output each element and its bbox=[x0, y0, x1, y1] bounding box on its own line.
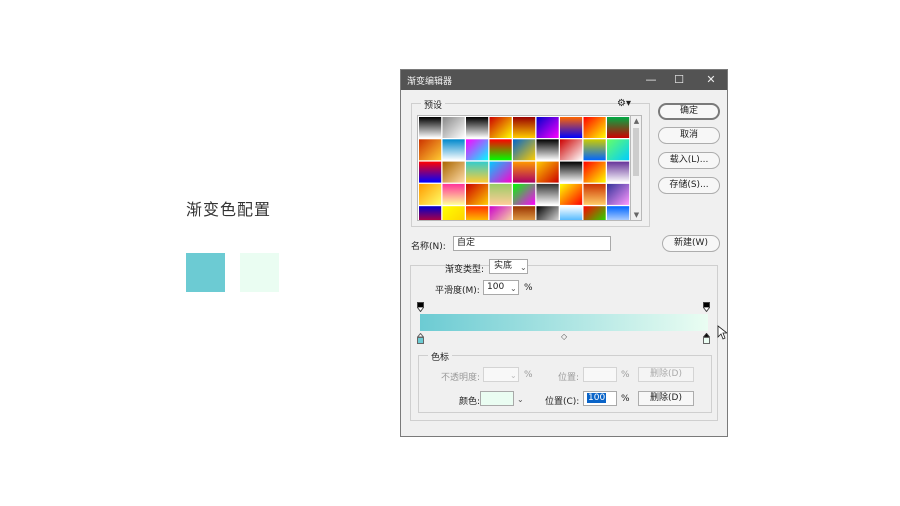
preset-swatch[interactable] bbox=[560, 206, 583, 221]
maximize-button[interactable]: ☐ bbox=[665, 70, 693, 90]
opacity-stop-right[interactable] bbox=[703, 302, 710, 312]
preset-swatches[interactable] bbox=[418, 116, 631, 221]
preset-swatch[interactable] bbox=[419, 161, 442, 183]
scroll-thumb[interactable] bbox=[633, 128, 639, 176]
preset-swatch[interactable] bbox=[419, 183, 442, 205]
smoothness-percent: % bbox=[524, 283, 533, 293]
name-label: 名称(N): bbox=[411, 242, 446, 252]
preset-swatch[interactable] bbox=[419, 117, 442, 138]
preset-swatch[interactable] bbox=[536, 117, 559, 138]
preset-swatch[interactable] bbox=[536, 183, 559, 205]
chevron-down-icon: ⌄ bbox=[510, 371, 517, 380]
start-color-swatch bbox=[186, 253, 225, 292]
opacity-delete-button: 删除(D) bbox=[638, 367, 694, 382]
location-percent: % bbox=[621, 394, 630, 404]
preset-swatch[interactable] bbox=[489, 183, 512, 205]
opacity-label: 不透明度: bbox=[441, 373, 481, 383]
preset-swatch[interactable] bbox=[489, 139, 512, 161]
preset-swatch[interactable] bbox=[560, 161, 583, 183]
preset-swatch-grid[interactable] bbox=[417, 115, 631, 221]
ok-button[interactable]: 确定 bbox=[658, 103, 720, 120]
name-input[interactable]: 自定 bbox=[453, 236, 611, 251]
preset-swatch[interactable] bbox=[466, 206, 489, 221]
preset-swatch[interactable] bbox=[513, 183, 536, 205]
chevron-down-icon[interactable]: ⌄ bbox=[517, 395, 524, 404]
preset-swatch[interactable] bbox=[513, 161, 536, 183]
preset-swatch[interactable] bbox=[442, 139, 465, 161]
slide-title: 渐变色配置 bbox=[186, 200, 272, 219]
opacity-location-label: 位置: bbox=[558, 373, 580, 383]
preset-swatch[interactable] bbox=[442, 183, 465, 205]
delete-button[interactable]: 删除(D) bbox=[638, 391, 694, 406]
preset-swatch[interactable] bbox=[442, 206, 465, 221]
preset-swatch[interactable] bbox=[489, 117, 512, 138]
preset-swatch[interactable] bbox=[583, 183, 606, 205]
preset-swatch[interactable] bbox=[583, 161, 606, 183]
stop-color-picker[interactable] bbox=[480, 391, 514, 406]
presets-label: 预设 bbox=[421, 98, 446, 111]
location-label: 位置(C): bbox=[545, 397, 580, 407]
stops-group-label: 色标 bbox=[428, 350, 453, 363]
title-bar: 渐变编辑器 — ☐ ✕ bbox=[401, 70, 727, 90]
dialog-title: 渐变编辑器 bbox=[407, 77, 453, 87]
gear-icon[interactable]: ⚙▾ bbox=[617, 98, 631, 109]
preset-swatch[interactable] bbox=[607, 183, 630, 205]
gradient-type-value: 实底 bbox=[494, 261, 513, 271]
preset-swatch[interactable] bbox=[489, 161, 512, 183]
smoothness-label: 平滑度(M): bbox=[435, 286, 480, 296]
location-input[interactable]: 100 bbox=[583, 391, 617, 406]
preset-swatch[interactable] bbox=[536, 206, 559, 221]
new-button[interactable]: 新建(W) bbox=[662, 235, 720, 252]
preset-swatch[interactable] bbox=[607, 117, 630, 138]
midpoint-diamond-icon[interactable]: ◇ bbox=[561, 332, 567, 341]
preset-swatch[interactable] bbox=[466, 161, 489, 183]
color-stop-right[interactable] bbox=[703, 333, 710, 344]
end-color-swatch bbox=[240, 253, 279, 292]
preset-swatch[interactable] bbox=[583, 117, 606, 138]
opacity-location-percent: % bbox=[621, 370, 630, 380]
mouse-cursor-icon bbox=[717, 325, 727, 340]
opacity-stop-left[interactable] bbox=[417, 302, 424, 312]
gradient-editor-dialog: 渐变编辑器 — ☐ ✕ 预设 ⚙▾ ▲ ▼ 确定 取消 载入(L)... 存储(… bbox=[400, 69, 728, 437]
scroll-down-icon[interactable]: ▼ bbox=[632, 211, 641, 219]
preset-swatch[interactable] bbox=[513, 139, 536, 161]
color-stop-left[interactable] bbox=[417, 333, 424, 344]
preset-swatch[interactable] bbox=[513, 117, 536, 138]
preset-swatch[interactable] bbox=[466, 117, 489, 138]
preset-swatch[interactable] bbox=[607, 139, 630, 161]
preset-swatch[interactable] bbox=[607, 206, 630, 221]
preset-swatch[interactable] bbox=[466, 183, 489, 205]
preset-scrollbar[interactable]: ▲ ▼ bbox=[631, 115, 642, 221]
preset-swatch[interactable] bbox=[560, 183, 583, 205]
gradient-preview-bar[interactable] bbox=[420, 314, 708, 331]
preset-swatch[interactable] bbox=[442, 117, 465, 138]
preset-swatch[interactable] bbox=[583, 139, 606, 161]
cancel-button[interactable]: 取消 bbox=[658, 127, 720, 144]
preset-swatch[interactable] bbox=[513, 206, 536, 221]
load-button[interactable]: 载入(L)... bbox=[658, 152, 720, 169]
gradient-type-label: 渐变类型: bbox=[445, 265, 485, 275]
scroll-up-icon[interactable]: ▲ bbox=[632, 117, 641, 125]
opacity-location-input bbox=[583, 367, 617, 382]
close-button[interactable]: ✕ bbox=[697, 70, 725, 90]
save-button[interactable]: 存储(S)... bbox=[658, 177, 720, 194]
minimize-button[interactable]: — bbox=[637, 70, 665, 90]
opacity-percent: % bbox=[524, 370, 533, 380]
preset-swatch[interactable] bbox=[560, 139, 583, 161]
location-value-selected: 100 bbox=[587, 393, 607, 403]
preset-swatch[interactable] bbox=[560, 117, 583, 138]
preset-swatch[interactable] bbox=[419, 139, 442, 161]
preset-swatch[interactable] bbox=[442, 161, 465, 183]
chevron-down-icon: ⌄ bbox=[520, 263, 527, 272]
color-label: 颜色: bbox=[459, 397, 481, 407]
preset-swatch[interactable] bbox=[536, 139, 559, 161]
preset-swatch[interactable] bbox=[419, 206, 442, 221]
chevron-down-icon[interactable]: ⌄ bbox=[510, 284, 517, 293]
preset-swatch[interactable] bbox=[583, 206, 606, 221]
preset-swatch[interactable] bbox=[466, 139, 489, 161]
preset-swatch[interactable] bbox=[536, 161, 559, 183]
preset-swatch[interactable] bbox=[489, 206, 512, 221]
preset-swatch[interactable] bbox=[607, 161, 630, 183]
